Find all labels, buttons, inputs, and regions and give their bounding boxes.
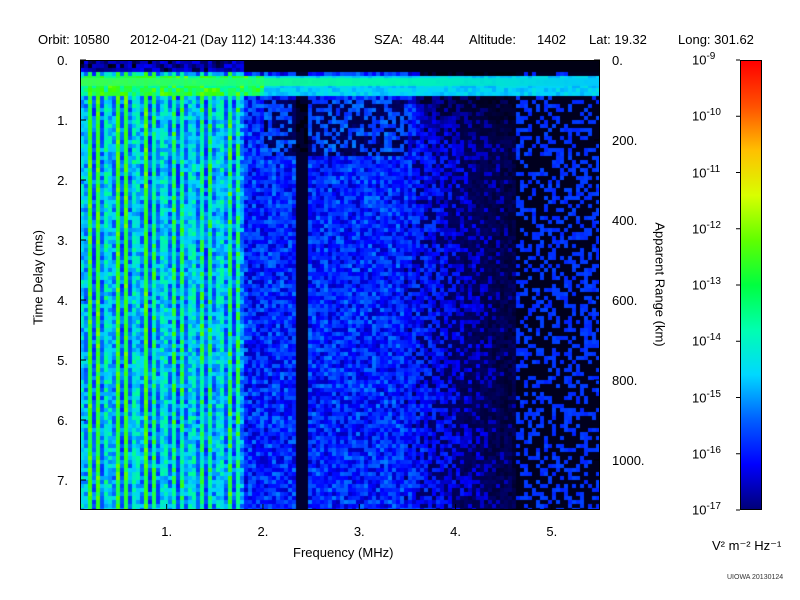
colorbar-unit: V² m⁻² Hz⁻¹ (712, 538, 782, 553)
colorbar-tick-label: 10-14 (692, 332, 721, 349)
y2-tick-label: 1000. (612, 453, 645, 468)
x-tick-label: 4. (450, 524, 461, 539)
colorbar-tick-label: 10-11 (692, 163, 721, 180)
colorbar-tick-label: 10-16 (692, 444, 721, 462)
y-tick-label: 5. (57, 353, 68, 368)
y2-axis-title: Apparent Range (km) (652, 222, 668, 347)
y-tick-label: 2. (57, 173, 68, 188)
x-tick-label: 2. (258, 524, 269, 539)
y-axis-title: Time Delay (ms) (30, 230, 46, 325)
colorbar-tick-label: 10-10 (692, 107, 721, 124)
y2-tick-label: 0. (612, 53, 623, 68)
y2-tick-label: 800. (612, 373, 637, 388)
colorbar-tick-label: 10-12 (692, 219, 721, 237)
x-tick-label: 3. (354, 524, 365, 539)
footer-credit: UIOWA 20130124 (727, 574, 784, 581)
x-axis-title: Frequency (MHz) (293, 545, 394, 560)
colorbar-tick-label: 10-17 (692, 501, 721, 518)
x-tick-label: 1. (161, 524, 172, 539)
y-tick-label: 6. (57, 413, 68, 428)
y-tick-label: 0. (57, 53, 68, 68)
y2-tick-label: 600. (612, 293, 637, 308)
colorbar-tick-label: 10-13 (692, 276, 721, 293)
y2-tick-label: 400. (612, 213, 637, 228)
colorbar-tick-label: 10-15 (692, 388, 721, 405)
y-tick-label: 4. (57, 293, 68, 308)
y-tick-label: 7. (57, 473, 68, 488)
x-tick-label: 5. (546, 524, 557, 539)
y-tick-label: 1. (57, 113, 68, 128)
colorbar (740, 60, 762, 510)
y2-tick-label: 200. (612, 133, 637, 148)
colorbar-tick-label: 10-9 (692, 51, 716, 68)
y-tick-label: 3. (57, 233, 68, 248)
axes-layer: 1. 2. 3. 4. 5. 0. 1. 2. 3. 4. 5. 6. 7. 0. 200. 400. 600.… (57, 53, 740, 539)
